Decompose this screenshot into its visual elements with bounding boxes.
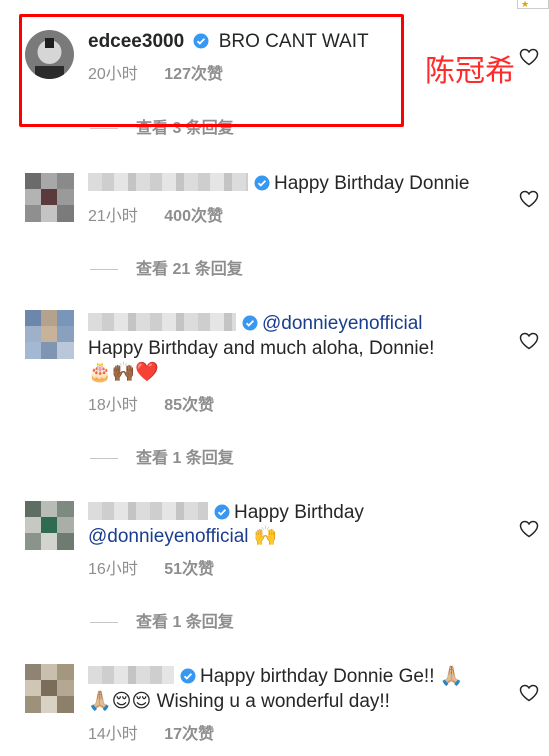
comment-line: @donnieyenofficial — [88, 312, 423, 336]
comment-text: Happy Birthday and much aloha, Donnie! — [88, 338, 435, 359]
like-count[interactable]: 17次赞 — [164, 726, 214, 743]
like-count[interactable]: 51次赞 — [164, 561, 214, 578]
verified-badge-icon — [214, 504, 230, 520]
annotation-label: 陈冠希 — [425, 55, 515, 88]
comment-time: 14小时 — [88, 726, 138, 743]
verified-badge-icon — [254, 175, 270, 191]
divider — [90, 128, 118, 130]
view-replies-link[interactable]: 查看 21 条回复 — [90, 260, 243, 280]
heart-outline-icon[interactable] — [519, 190, 539, 208]
comment-text: Happy Birthday — [234, 502, 364, 523]
comment-meta: 16小时 51次赞 — [88, 560, 214, 580]
blurred-username[interactable] — [88, 313, 236, 331]
comment-meta: 18小时 85次赞 — [88, 396, 214, 416]
verified-badge-icon — [180, 668, 196, 684]
divider — [90, 269, 118, 271]
heart-outline-icon[interactable] — [519, 48, 539, 66]
like-count[interactable]: 85次赞 — [164, 397, 214, 414]
heart-outline-icon[interactable] — [519, 684, 539, 702]
view-replies-link[interactable]: 查看 1 条回复 — [90, 449, 234, 469]
comment-time: 21小时 — [88, 208, 138, 225]
avatar[interactable] — [25, 501, 74, 550]
divider — [90, 622, 118, 624]
mention-link[interactable]: @donnieyenofficial — [262, 313, 423, 334]
view-replies-link[interactable]: 查看 1 条回复 — [90, 613, 234, 633]
avatar-image — [25, 664, 74, 713]
comment-meta: 14小时 17次赞 — [88, 725, 214, 745]
comment-line: Happy birthday Donnie Ge!! 🙏🏼 — [88, 665, 463, 689]
comment-line: Happy Birthday Donnie — [88, 172, 469, 196]
comment-line: 🙏🏼😌😌 Wishing u a wonderful day!! — [88, 690, 390, 714]
heart-outline-icon[interactable] — [519, 332, 539, 350]
comment-line: Happy Birthday — [88, 501, 364, 525]
view-replies-label: 查看 1 条回复 — [136, 450, 234, 467]
avatar-image — [25, 173, 74, 222]
avatar-image — [25, 310, 74, 359]
verified-badge-icon — [242, 315, 258, 331]
comment-emojis: 🎂🙌🏾❤️ — [88, 362, 159, 383]
comment-text: Happy birthday Donnie Ge!! 🙏🏼 — [200, 666, 464, 687]
comment-time: 16小时 — [88, 561, 138, 578]
view-replies-label: 查看 21 条回复 — [136, 261, 243, 278]
blurred-username[interactable] — [88, 666, 174, 684]
avatar[interactable] — [25, 310, 74, 359]
blurred-username[interactable] — [88, 173, 248, 191]
comment-text: Happy Birthday Donnie — [274, 173, 470, 194]
corner-star-badge: ★ — [517, 0, 549, 9]
blurred-username[interactable] — [88, 502, 208, 520]
avatar[interactable] — [25, 664, 74, 713]
comment-emojis: 🙏🏼😌😌 — [88, 691, 152, 712]
comment-time: 18小时 — [88, 397, 138, 414]
divider — [90, 458, 118, 460]
comment-line: @donnieyenofficial 🙌 — [88, 525, 277, 549]
comment-meta: 21小时 400次赞 — [88, 207, 223, 227]
comment-emojis: 🙌 — [253, 526, 278, 547]
mention-link[interactable]: @donnieyenofficial — [88, 526, 249, 547]
avatar[interactable] — [25, 173, 74, 222]
view-replies-label: 查看 1 条回复 — [136, 614, 234, 631]
like-count[interactable]: 400次赞 — [164, 208, 223, 225]
avatar-image — [25, 501, 74, 550]
heart-outline-icon[interactable] — [519, 520, 539, 538]
highlight-box — [19, 14, 404, 127]
comment-text: Wishing u a wonderful day!! — [156, 691, 390, 712]
